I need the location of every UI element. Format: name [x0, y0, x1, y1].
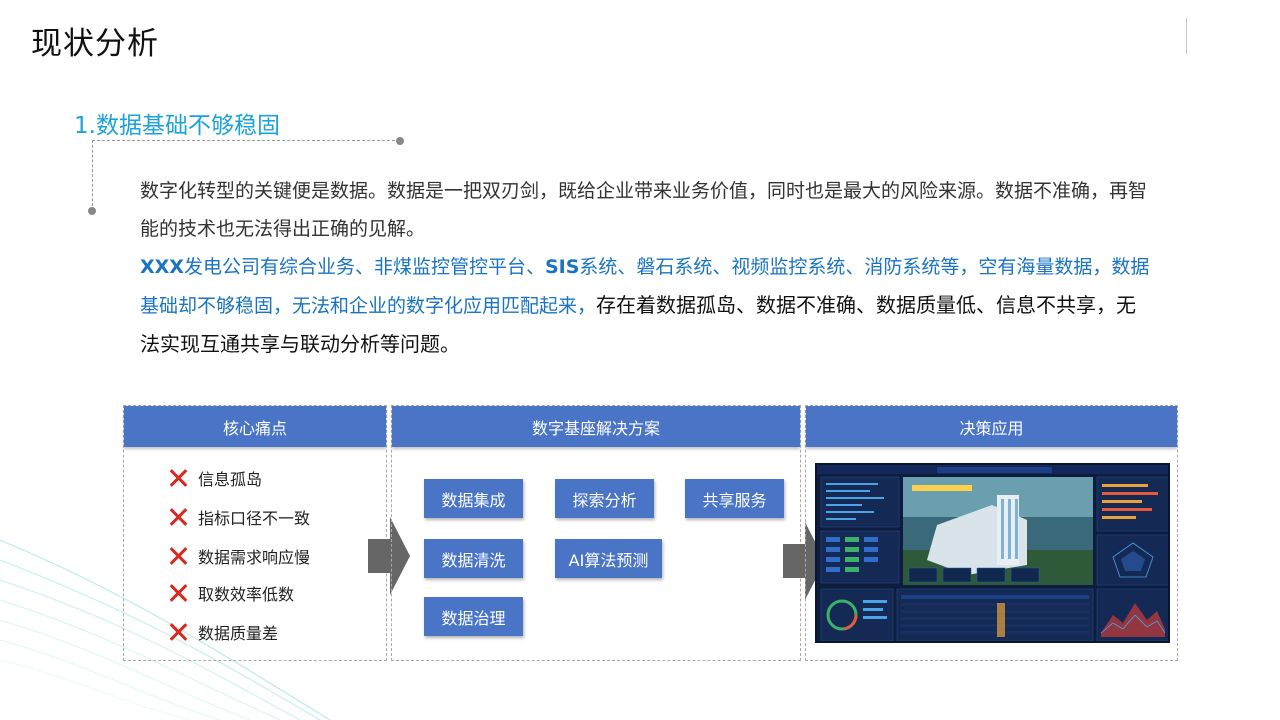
cross-icon: [168, 582, 188, 604]
pain-item-label: 指标口径不一致: [198, 509, 311, 528]
bracket-dot-right: [396, 137, 404, 145]
cross-icon: [168, 545, 188, 567]
cross-icon: [168, 467, 188, 489]
section-heading: 1.数据基础不够稳固: [74, 113, 280, 139]
intro-paragraph: 数字化转型的关键便是数据。数据是一把双刃剑，既给企业带来业务价值，同时也是最大的…: [140, 180, 1148, 240]
pain-item: 取数效率低数: [168, 582, 294, 604]
pain-item: 数据质量差: [168, 621, 278, 643]
data-cleansing-button[interactable]: 数据清洗: [424, 539, 523, 578]
ai-prediction-button[interactable]: AI算法预测: [555, 539, 662, 578]
systems-text: 发电公司有综合业务、非煤监控管控平台、: [183, 256, 545, 278]
solution-panel: 数字基座解决方案 数据集成 探索分析 共享服务 数据清洗 AI算法预测 数据治理: [391, 405, 801, 661]
status-paragraph: XXX发电公司有综合业务、非煤监控管控平台、SIS系统、磐石系统、视频监控系统、…: [140, 248, 1150, 364]
data-governance-button[interactable]: 数据治理: [424, 597, 523, 636]
pain-points-panel: 核心痛点 信息孤岛 指标口径不一致 数据需求响应慢 取数效率低数 数据质量差: [123, 405, 387, 661]
decision-header: 决策应用: [806, 406, 1177, 447]
dashboard-screenshot: [815, 463, 1170, 643]
pain-item: 数据需求响应慢: [168, 545, 310, 567]
company-name: XXX: [140, 256, 184, 278]
solution-header: 数字基座解决方案: [392, 406, 800, 447]
pain-item-label: 取数效率低数: [198, 585, 295, 604]
exploratory-analysis-button[interactable]: 探索分析: [555, 479, 654, 518]
pain-item-label: 数据需求响应慢: [198, 548, 311, 567]
bracket-left-line: [92, 140, 93, 211]
data-integration-button[interactable]: 数据集成: [424, 479, 523, 518]
pain-item-label: 信息孤岛: [198, 470, 263, 489]
dashboard-image: [817, 465, 1168, 641]
bracket-top-line: [92, 140, 400, 141]
pain-points-header: 核心痛点: [124, 406, 386, 447]
pain-item: 指标口径不一致: [168, 506, 310, 528]
cross-icon: [168, 621, 188, 643]
shared-services-button[interactable]: 共享服务: [685, 479, 784, 518]
page-title: 现状分析: [31, 26, 159, 62]
header-divider: [1186, 18, 1187, 54]
pain-item-label: 数据质量差: [198, 624, 279, 643]
sis-text: SIS: [544, 256, 580, 278]
pain-item: 信息孤岛: [168, 467, 262, 489]
decision-panel: 决策应用: [805, 405, 1178, 661]
bracket-dot-bottom: [88, 207, 96, 215]
cross-icon: [168, 506, 188, 528]
